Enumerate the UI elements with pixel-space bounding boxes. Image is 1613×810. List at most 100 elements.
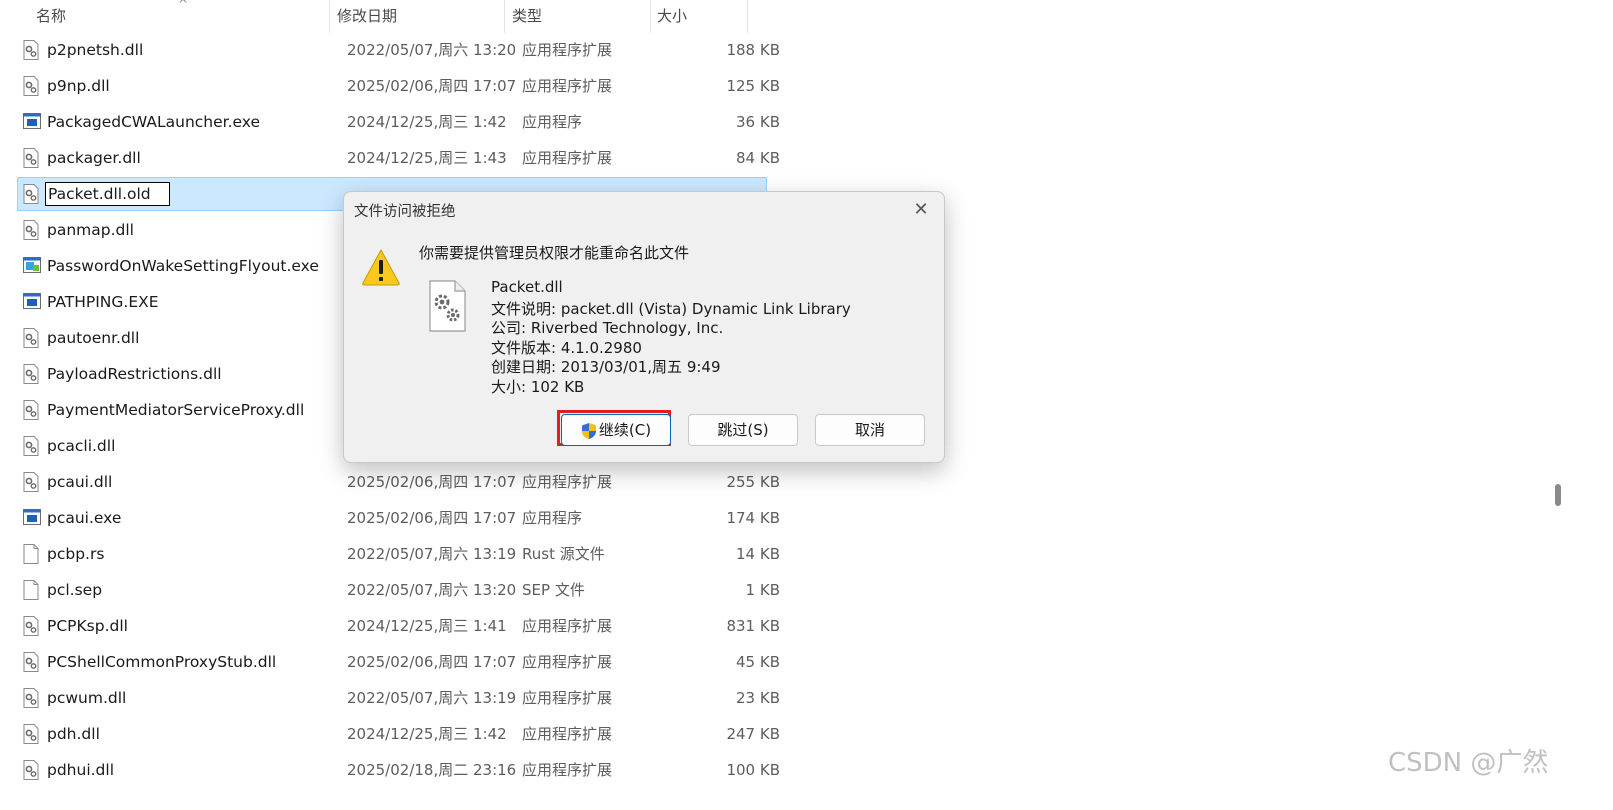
file-name: panmap.dll — [47, 221, 134, 239]
file-size: 14 KB — [736, 545, 780, 563]
dll-icon — [23, 40, 39, 60]
file-type: Rust 源文件 — [522, 545, 605, 563]
file-date: 2022/05/07,周六 13:20 — [347, 41, 517, 59]
exe-color-icon — [23, 256, 41, 276]
file-row[interactable]: pdhui.dll 2025/02/18,周二 23:16 应用程序扩展 100 KB — [18, 754, 780, 786]
file-size: 125 KB — [726, 77, 780, 95]
dll-icon — [23, 184, 39, 204]
dll-icon — [23, 436, 39, 456]
dll-icon — [23, 688, 39, 708]
file-date: 2022/05/07,周六 13:19 — [347, 689, 517, 707]
file-name: PasswordOnWakeSettingFlyout.exe — [47, 257, 319, 275]
file-name: pdhui.dll — [47, 761, 115, 779]
file-name: PaymentMediatorServiceProxy.dll — [47, 401, 305, 419]
file-version: 文件版本: 4.1.0.2980 — [491, 339, 642, 357]
column-divider[interactable] — [747, 0, 748, 33]
file-name: PCShellCommonProxyStub.dll — [47, 653, 277, 671]
file-row[interactable]: pcl.sep 2022/05/07,周六 13:20 SEP 文件 1 KB — [18, 574, 780, 606]
column-name[interactable]: 名称 — [36, 0, 66, 33]
exe-icon — [23, 292, 41, 312]
file-type: 应用程序 — [522, 113, 583, 131]
file-row[interactable]: pcbp.rs 2022/05/07,周六 13:19 Rust 源文件 14 KB — [18, 538, 780, 570]
file-type: 应用程序扩展 — [522, 653, 613, 671]
cancel-button[interactable]: 取消 — [815, 414, 925, 446]
file-row[interactable]: pcwum.dll 2022/05/07,周六 13:19 应用程序扩展 23 KB — [18, 682, 780, 714]
exe-icon — [23, 508, 41, 528]
file-size: 174 KB — [726, 509, 780, 527]
file-name: packager.dll — [47, 149, 141, 167]
file-type: 应用程序扩展 — [522, 725, 613, 743]
dll-icon — [23, 724, 39, 744]
file-date: 2024/12/25,周三 1:42 — [347, 113, 507, 131]
file-name: PayloadRestrictions.dll — [47, 365, 222, 383]
continue-button[interactable]: 继续(C) — [561, 414, 671, 446]
column-header: 名称 ^ 修改日期 类型 大小 — [0, 0, 770, 33]
file-icon — [23, 544, 39, 564]
dll-icon — [23, 472, 39, 492]
column-size[interactable]: 大小 — [657, 0, 687, 33]
file-company: 公司: Riverbed Technology, Inc. — [491, 319, 724, 337]
file-size: 100 KB — [726, 761, 780, 779]
skip-button[interactable]: 跳过(S) — [688, 414, 798, 446]
file-date: 2024/12/25,周三 1:42 — [347, 725, 507, 743]
watermark: CSDN @广然 — [1388, 748, 1549, 778]
column-type[interactable]: 类型 — [512, 0, 542, 33]
file-type: 应用程序扩展 — [522, 617, 613, 635]
dll-icon — [23, 76, 39, 96]
dialog-message: 你需要提供管理员权限才能重命名此文件 — [419, 244, 690, 262]
file-type: 应用程序扩展 — [522, 689, 613, 707]
file-date: 2024/12/25,周三 1:41 — [347, 617, 507, 635]
file-size: 831 KB — [726, 617, 780, 635]
column-divider[interactable] — [329, 0, 330, 33]
file-size: 大小: 102 KB — [491, 378, 585, 396]
scrollbar-thumb[interactable] — [1555, 484, 1561, 506]
file-row[interactable]: packager.dll 2024/12/25,周三 1:43 应用程序扩展 84 K… — [18, 142, 780, 174]
continue-label: 继续(C) — [598, 421, 652, 439]
file-row[interactable]: pcaui.dll 2025/02/06,周四 17:07 应用程序扩展 255 KB — [18, 466, 780, 498]
file-type: 应用程序扩展 — [522, 473, 613, 491]
dll-icon — [23, 652, 39, 672]
dll-icon — [23, 220, 39, 240]
file-type: 应用程序扩展 — [522, 77, 613, 95]
file-date: 2022/05/07,周六 13:19 — [347, 545, 517, 563]
file-name: pcacli.dll — [47, 437, 116, 455]
file-name: Packet.dll — [491, 278, 563, 296]
file-name: PATHPING.EXE — [47, 293, 159, 311]
file-name: PCPKsp.dll — [47, 617, 128, 635]
file-size: 36 KB — [736, 113, 780, 131]
file-size: 255 KB — [726, 473, 780, 491]
file-name: pcwum.dll — [47, 689, 127, 707]
file-name: pautoenr.dll — [47, 329, 140, 347]
uac-shield-icon — [581, 422, 596, 439]
file-name: pcaui.dll — [47, 473, 113, 491]
access-denied-dialog: 文件访问被拒绝 ✕ 你需要提供管理员权限才能重命名此文件 Packet.dll … — [343, 191, 945, 463]
file-row[interactable]: pdh.dll 2024/12/25,周三 1:42 应用程序扩展 247 KB — [18, 718, 780, 750]
column-date[interactable]: 修改日期 — [337, 0, 397, 33]
file-type: 应用程序扩展 — [522, 761, 613, 779]
dll-icon — [23, 760, 39, 780]
file-name: pcaui.exe — [47, 509, 122, 527]
column-divider[interactable] — [504, 0, 505, 33]
file-date: 2025/02/06,周四 17:07 — [347, 77, 517, 95]
close-icon[interactable]: ✕ — [907, 197, 935, 223]
dialog-title: 文件访问被拒绝 — [354, 204, 456, 220]
file-name: PackagedCWALauncher.exe — [47, 113, 261, 131]
file-icon — [23, 580, 39, 600]
file-date: 2025/02/06,周四 17:07 — [347, 509, 517, 527]
file-row[interactable]: pcaui.exe 2025/02/06,周四 17:07 应用程序 174 KB — [18, 502, 780, 534]
file-row[interactable]: p9np.dll 2025/02/06,周四 17:07 应用程序扩展 125 KB — [18, 70, 780, 102]
column-divider[interactable] — [650, 0, 651, 33]
file-type: SEP 文件 — [522, 581, 585, 599]
dll-file-icon — [429, 280, 466, 332]
file-row[interactable]: PCPKsp.dll 2024/12/25,周三 1:41 应用程序扩展 831 KB — [18, 610, 780, 642]
file-date: 2025/02/06,周四 17:07 — [347, 473, 517, 491]
dll-icon — [23, 400, 39, 420]
dll-icon — [23, 364, 39, 384]
file-created: 创建日期: 2013/03/01,周五 9:49 — [491, 358, 721, 376]
file-row[interactable]: PackagedCWALauncher.exe 2024/12/25,周三 1:4… — [18, 106, 780, 138]
file-row[interactable]: p2pnetsh.dll 2022/05/07,周六 13:20 应用程序扩展 188… — [18, 34, 780, 66]
rename-input[interactable]: Packet.dll.old — [45, 182, 170, 206]
file-size: 247 KB — [726, 725, 780, 743]
file-row[interactable]: PCShellCommonProxyStub.dll 2025/02/06,周四 … — [18, 646, 780, 678]
exe-icon — [23, 112, 41, 132]
